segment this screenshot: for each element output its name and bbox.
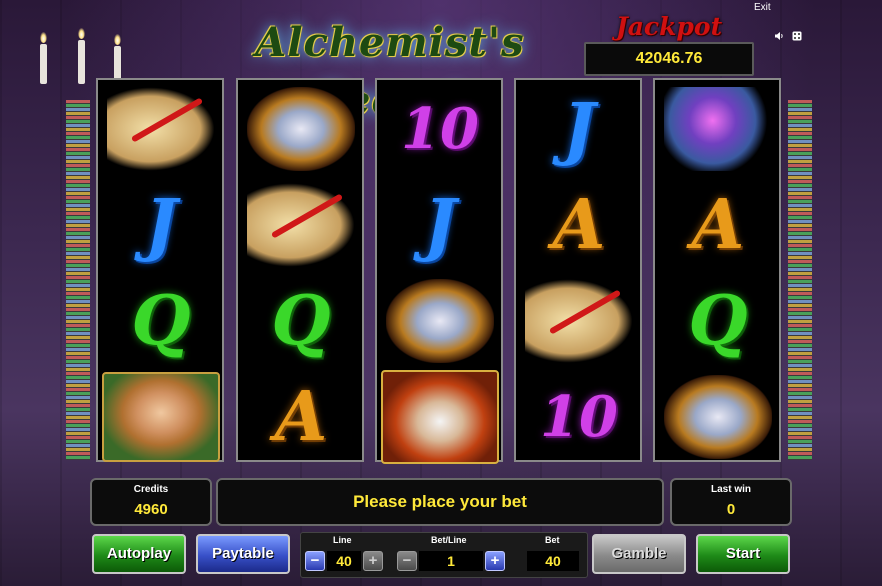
bet-line-label: Bet/Line	[431, 535, 467, 545]
jackpot-label: Jackpot	[615, 12, 723, 41]
last-win-label: Last win	[710, 484, 751, 495]
symbol-letter: Q	[131, 280, 191, 361]
reel-1: JQ	[96, 78, 224, 462]
owl-symbol-image	[247, 86, 355, 171]
start-button[interactable]: Start	[696, 534, 790, 574]
autoplay-button[interactable]: Autoplay	[92, 534, 186, 574]
reel-4-symbol-10: 10	[520, 370, 638, 463]
symbol-letter: J	[562, 88, 596, 169]
candle-1	[40, 32, 47, 84]
bet-value: 40	[527, 551, 579, 571]
symbol-letter: J	[423, 184, 457, 265]
symbol-letter: A	[691, 184, 745, 265]
paytable-button[interactable]: Paytable	[196, 534, 290, 574]
reel-4: J A 10	[514, 78, 642, 462]
line-label: Line	[333, 535, 352, 545]
wizard-symbol-image	[381, 369, 499, 464]
reel-5-symbol-owl	[659, 370, 777, 463]
reel-2-symbol-a: A	[242, 370, 360, 463]
jackpot-value: 42046.76	[584, 42, 754, 76]
credits-value: 4960	[134, 501, 168, 518]
reel-2-symbol-q: Q	[242, 274, 360, 367]
line-plus-button[interactable]: +	[363, 551, 383, 571]
reel-5-symbol-potion	[659, 82, 777, 175]
bet-line-plus-button[interactable]: +	[485, 551, 505, 571]
bet-line-minus-button[interactable]: −	[397, 551, 417, 571]
owl-symbol-image	[664, 374, 772, 459]
symbol-letter: A	[274, 376, 328, 457]
reel-1-symbol-girl	[102, 370, 220, 463]
line-value: 40	[327, 551, 361, 571]
reels-area: JQ QA 10 J J A 10 AQ	[96, 78, 784, 464]
line-markers-left	[66, 100, 90, 460]
scroll-symbol-image	[525, 278, 633, 363]
reel-4-symbol-a: A	[520, 178, 638, 271]
candle-2	[78, 28, 85, 84]
reel-1-symbol-scroll	[102, 82, 220, 175]
line-minus-button[interactable]: −	[305, 551, 325, 571]
credits-panel: Credits 4960	[90, 478, 212, 526]
potion-symbol-image	[664, 86, 772, 171]
reel-5-symbol-q: Q	[659, 274, 777, 367]
speaker-icon[interactable]	[774, 31, 784, 41]
reel-4-symbol-scroll	[520, 274, 638, 367]
symbol-letter: A	[552, 184, 606, 265]
girl-symbol-image	[102, 371, 220, 462]
reel-3-symbol-owl	[381, 274, 499, 367]
scroll-symbol-image	[247, 182, 355, 267]
last-win-panel: Last win 0	[670, 478, 792, 526]
game-title: Alchemist's Secret	[255, 19, 525, 124]
bet-label: Bet	[545, 535, 560, 545]
symbol-letter: Q	[688, 280, 748, 361]
reel-4-symbol-j: J	[520, 82, 638, 175]
candle-3	[114, 34, 121, 82]
status-message: Please place your bet	[353, 492, 527, 511]
symbol-letter: Q	[271, 280, 331, 361]
reel-3-symbol-wizard	[381, 369, 499, 464]
owl-symbol-image	[386, 278, 494, 363]
bet-line-value: 1	[419, 551, 483, 571]
settings-icon[interactable]	[792, 31, 802, 41]
reel-5: AQ	[653, 78, 781, 462]
symbol-letter: 10	[401, 95, 479, 162]
reel-3-symbol-10: 10	[381, 82, 499, 175]
credits-label: Credits	[133, 484, 169, 495]
reel-2-symbol-scroll	[242, 178, 360, 271]
symbol-letter: J	[144, 184, 178, 265]
reel-3: 10 J	[375, 78, 503, 464]
last-win-value: 0	[726, 501, 736, 518]
line-markers-right	[788, 100, 812, 460]
reel-2-symbol-owl	[242, 82, 360, 175]
symbol-letter: 10	[540, 383, 618, 450]
reel-5-symbol-a: A	[659, 178, 777, 271]
reel-3-symbol-j: J	[381, 178, 499, 271]
reel-1-symbol-q: Q	[102, 274, 220, 367]
gamble-button[interactable]: Gamble	[592, 534, 686, 574]
exit-button[interactable]: Exit	[754, 0, 778, 16]
reel-1-symbol-j: J	[102, 178, 220, 271]
reel-2: QA	[236, 78, 364, 462]
bet-controls: Line − 40 + Bet/Line − 1 + Bet 40	[300, 532, 588, 578]
scroll-symbol-image	[107, 86, 215, 171]
